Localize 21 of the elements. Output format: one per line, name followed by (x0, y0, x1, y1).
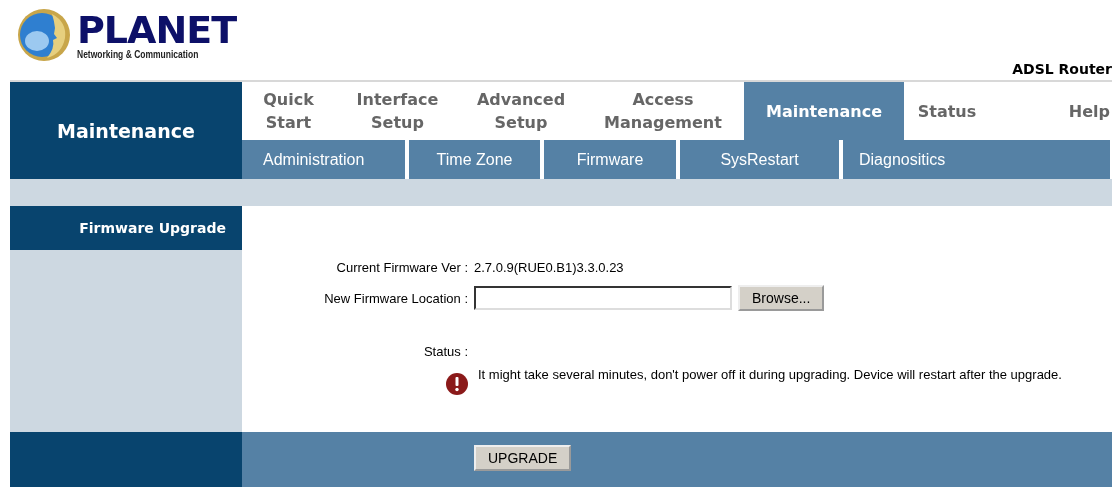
product-name: ADSL Router (1012, 61, 1112, 77)
sub-tab[interactable]: Time Zone (409, 140, 540, 179)
sub-tab[interactable]: Firmware (544, 140, 676, 179)
field-label: New Firmware Location : (323, 290, 468, 306)
field-label: Status : (422, 344, 468, 359)
version-value: 2.7.0.9(RUE0.B1)3.3.0.23 (474, 259, 624, 275)
field-label: Current Firmware Ver : (335, 259, 468, 275)
nav-tab[interactable]: Maintenance (744, 82, 904, 140)
section-title: Maintenance (10, 82, 242, 179)
status-message: It might take several minutes, don't power off it during upgrading. Device will restart after the upgrade. (478, 366, 1063, 384)
warning-icon (446, 373, 468, 395)
sub-tab[interactable]: Administration (242, 140, 405, 179)
brand-name: PLANET (77, 10, 237, 49)
brand-tagline: Networking & Communication (77, 48, 200, 60)
file-field[interactable] (474, 286, 732, 310)
upgrade-button[interactable]: UPGRADE (474, 445, 572, 471)
browse-button[interactable]: Browse... (738, 285, 825, 311)
side-title: Firmware Upgrade (10, 206, 242, 250)
sub-tab[interactable]: SysRestart (680, 140, 839, 179)
globe-logo-icon (17, 8, 71, 62)
sub-tab[interactable]: Diagnositics (843, 140, 1110, 179)
